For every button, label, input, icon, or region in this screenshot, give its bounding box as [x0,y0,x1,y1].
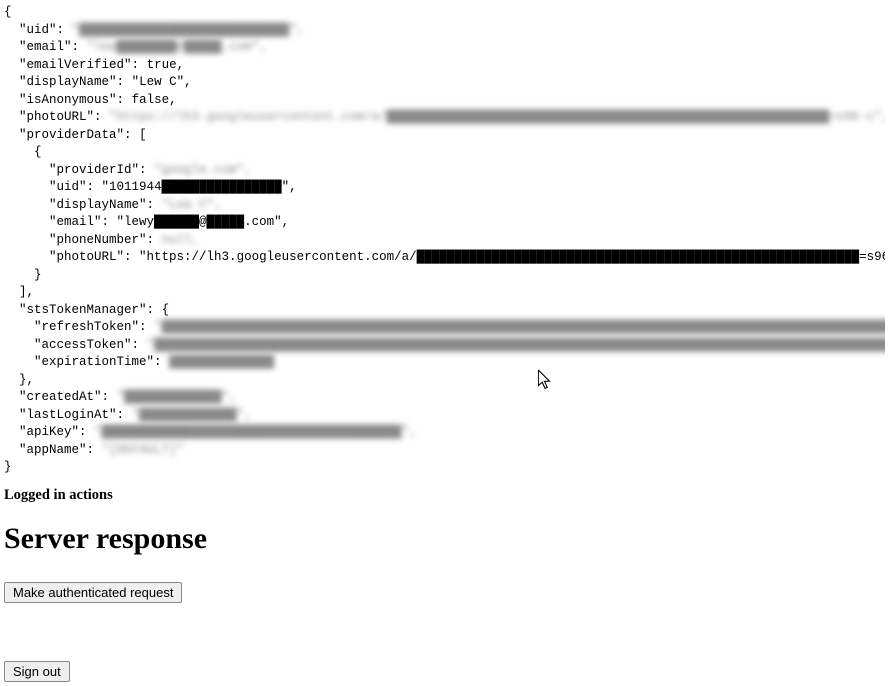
user-json-dump: { "uid": "████████████████████████████",… [4,4,885,477]
logged-in-actions-heading: Logged in actions [4,487,885,504]
server-response-heading: Server response [4,522,885,556]
make-authenticated-request-button[interactable]: Make authenticated request [4,582,182,603]
sign-out-button[interactable]: Sign out [4,661,70,682]
